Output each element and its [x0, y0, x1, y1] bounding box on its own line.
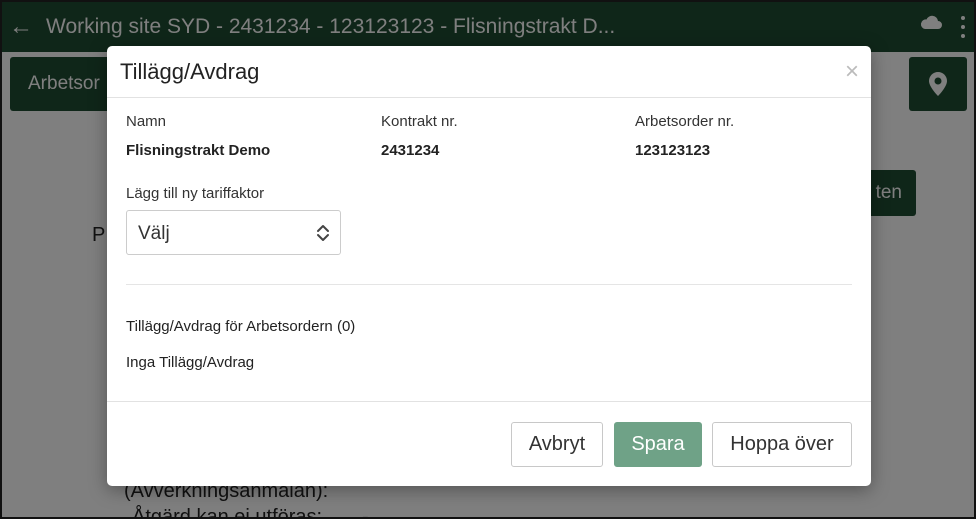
select-value: Välj [138, 223, 170, 244]
name-field: Namn Flisningstrakt Demo [126, 113, 270, 159]
name-label: Namn [126, 113, 167, 130]
modal-title: Tillägg/Avdrag [120, 59, 260, 84]
empty-list-message: Inga Tillägg/Avdrag [126, 354, 255, 371]
save-button[interactable]: Spara [614, 422, 702, 467]
tariff-factor-label: Lägg till ny tariffaktor [126, 185, 265, 202]
contract-field: Kontrakt nr. 2431234 [381, 113, 458, 159]
chevron-up-down-icon [317, 225, 329, 241]
work-order-label: Arbetsorder nr. [635, 113, 735, 130]
work-order-field: Arbetsorder nr. 123123123 [635, 113, 734, 159]
contract-label: Kontrakt nr. [381, 113, 458, 130]
modal-header: Tillägg/Avdrag × [107, 46, 871, 98]
name-value: Flisningstrakt Demo [126, 142, 271, 159]
modal-dialog: Tillägg/Avdrag × Namn Flisningstrakt Dem… [107, 46, 871, 486]
tariff-factor-select[interactable]: Välj [126, 210, 341, 255]
app-frame: ← Working site SYD - 2431234 - 123123123… [0, 0, 976, 519]
section-divider [126, 284, 852, 285]
skip-button[interactable]: Hoppa över [712, 422, 852, 467]
cancel-button[interactable]: Avbryt [511, 422, 603, 467]
work-order-value: 123123123 [635, 142, 711, 159]
close-icon[interactable]: × [845, 60, 859, 84]
modal-footer-divider [107, 401, 871, 402]
contract-value: 2431234 [381, 142, 440, 159]
additions-list-heading: Tillägg/Avdrag för Arbetsordern (0) [126, 318, 356, 335]
